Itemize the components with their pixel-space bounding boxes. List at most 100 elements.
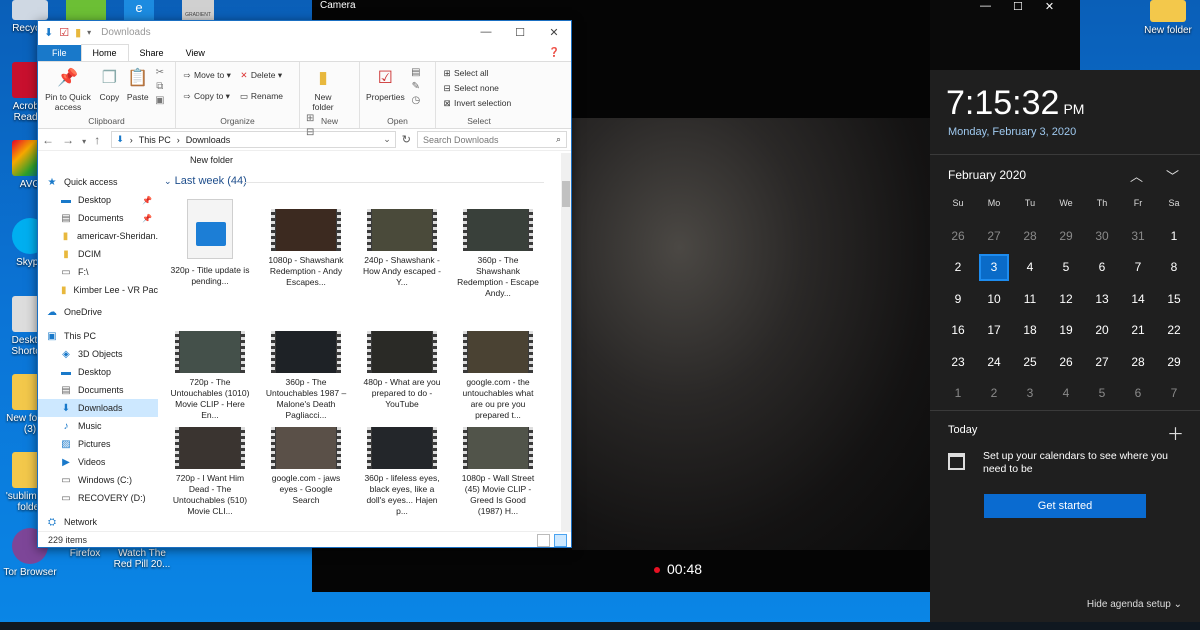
calendar-day[interactable]: 19 [1048, 315, 1084, 347]
calendar-day[interactable]: 24 [976, 346, 1012, 378]
tab-file[interactable]: File [38, 45, 81, 61]
nav-pictures[interactable]: ▨ Pictures [38, 435, 158, 453]
nav-desktop[interactable]: ▬ Desktop 📌 [38, 191, 158, 209]
forward-arrow-icon[interactable]: → [62, 133, 74, 147]
calendar-day[interactable]: 28 [1120, 346, 1156, 378]
address-dropdown-icon[interactable]: ⌄ [379, 134, 395, 145]
file-tile[interactable]: 1080p - Wall Street (45) Movie CLIP - Gr… [457, 427, 539, 517]
calendar-day[interactable]: 21 [1120, 315, 1156, 347]
nav-downloads[interactable]: ⬇ Downloads [38, 399, 158, 417]
recent-chevron-icon[interactable]: ▾ [82, 137, 86, 146]
file-tile[interactable]: 360p - lifeless eyes, black eyes, like a… [361, 427, 443, 517]
desktop-icon-new-folder[interactable]: New folder [1138, 0, 1198, 36]
nav-kimber[interactable]: ▮ Kimber Lee - VR Pac [38, 281, 158, 299]
refresh-icon[interactable]: ↻ [402, 133, 411, 146]
copy-button[interactable]: ❐ Copy [98, 66, 120, 102]
nav-desktop-pc[interactable]: ▬ Desktop [38, 363, 158, 381]
nav-onedrive[interactable]: ☁ OneDrive [38, 303, 158, 321]
address-downloads[interactable]: Downloads [186, 135, 231, 145]
get-started-button[interactable]: Get started [984, 494, 1146, 518]
help-icon[interactable]: ❓ [538, 44, 571, 61]
move-to-button[interactable]: ⇨ Move to ▾ [180, 68, 230, 83]
calendar-day[interactable]: 10 [976, 283, 1012, 315]
calendar-day[interactable]: 28 [1012, 220, 1048, 252]
calendar-day[interactable]: 30 [1084, 220, 1120, 252]
desktop-icon-firefox[interactable]: Firefox [55, 548, 115, 559]
nav-3d-objects[interactable]: ◈ 3D Objects [38, 345, 158, 363]
chevron-up-icon[interactable]: ︿ [1130, 166, 1143, 185]
month-label[interactable]: February 2020 [948, 168, 1026, 182]
tab-view[interactable]: View [175, 45, 216, 61]
new-folder-button[interactable]: ▮ New folder [306, 66, 340, 112]
nav-dcim[interactable]: ▮ DCIM [38, 245, 158, 263]
calendar-day[interactable]: 23 [940, 346, 976, 378]
calendar-day[interactable]: 14 [1120, 283, 1156, 315]
nav-f-drive[interactable]: ▭ F:\ [38, 263, 158, 281]
calendar-day[interactable]: 4 [1012, 252, 1048, 284]
calendar-day[interactable]: 4 [1048, 378, 1084, 410]
calendar-day[interactable]: 2 [940, 252, 976, 284]
calendar-day-today[interactable]: 3 [979, 253, 1009, 281]
minimize-icon[interactable]: — [980, 0, 991, 13]
maximize-icon[interactable]: ☐ [1013, 0, 1023, 13]
calendar-day[interactable]: 27 [976, 220, 1012, 252]
close-icon[interactable]: ✕ [1045, 0, 1054, 13]
calendar-day[interactable]: 26 [1048, 346, 1084, 378]
hide-agenda-link[interactable]: Hide agenda setup ⌄ [1087, 599, 1182, 610]
calendar-day[interactable]: 7 [1156, 378, 1192, 410]
file-tile[interactable]: google.com - jaws eyes - Google Search [265, 427, 347, 506]
tab-home[interactable]: Home [80, 44, 129, 61]
scrollbar-thumb[interactable] [562, 181, 570, 207]
vertical-scrollbar[interactable] [561, 153, 571, 531]
calendar-day[interactable]: 8 [1156, 252, 1192, 284]
delete-button[interactable]: ✕ Delete ▾ [237, 68, 283, 83]
calendar-day[interactable]: 1 [1156, 220, 1192, 252]
calendar-day[interactable]: 22 [1156, 315, 1192, 347]
calendar-day[interactable]: 5 [1084, 378, 1120, 410]
calendar-day[interactable]: 20 [1084, 315, 1120, 347]
nav-documents-pc[interactable]: ▤ Documents [38, 381, 158, 399]
calendar-day[interactable]: 6 [1084, 252, 1120, 284]
add-event-icon[interactable]: ＋ [1167, 420, 1184, 445]
cut-icon[interactable]: ✂ ⧉ ▣ [155, 66, 164, 108]
calendar-day[interactable]: 25 [1012, 346, 1048, 378]
calendar-day[interactable]: 2 [976, 378, 1012, 410]
checkbox-icon[interactable]: ☑ [59, 26, 69, 39]
address-bar[interactable]: ⬇ › This PC › Downloads ⌄ [111, 131, 396, 148]
file-tile[interactable]: 360p - The Shawshank Redemption - Escape… [457, 199, 539, 299]
desktop-icon-red-pill[interactable]: Watch The Red Pill 20... [112, 548, 172, 570]
details-view-icon[interactable] [537, 534, 550, 547]
file-tile[interactable]: 720p - I Want Him Dead - The Untouchable… [169, 427, 251, 517]
rename-button[interactable]: ▭ Rename [237, 89, 283, 104]
calendar-day[interactable]: 13 [1084, 283, 1120, 315]
calendar-day[interactable]: 5 [1048, 252, 1084, 284]
search-box[interactable]: Search Downloads ⌕ [417, 131, 567, 148]
file-tile[interactable]: google.com - the untouchables what are o… [457, 331, 539, 421]
new-folder-item[interactable]: New folder [190, 155, 233, 165]
file-tile[interactable]: 1080p - Shawshank Redemption - Andy Esca… [265, 199, 347, 288]
minimize-icon[interactable]: — [469, 21, 503, 43]
nav-this-pc[interactable]: ▣ This PC [38, 327, 158, 345]
file-tile[interactable]: 360p - The Untouchables 1987 – Malone's … [265, 331, 347, 421]
folder-icon[interactable]: ▮ [75, 26, 81, 39]
calendar-day[interactable]: 17 [976, 315, 1012, 347]
address-this-pc[interactable]: This PC [139, 135, 171, 145]
pin-quick-access-button[interactable]: 📌 Pin to Quick access [44, 66, 92, 112]
close-icon[interactable]: ✕ [537, 21, 571, 43]
nav-videos[interactable]: ▶ Videos [38, 453, 158, 471]
utorrent-icon[interactable] [66, 0, 106, 20]
calendar-day[interactable]: 1 [940, 378, 976, 410]
calendar-day[interactable]: 16 [940, 315, 976, 347]
nav-windows-c[interactable]: ▭ Windows (C:) [38, 471, 158, 489]
calendar-day[interactable]: 3 [1012, 378, 1048, 410]
file-tile[interactable]: 320p - Title update is pending... [169, 199, 251, 287]
nav-americavr[interactable]: ▮ americavr-Sheridan. [38, 227, 158, 245]
tab-share[interactable]: Share [129, 45, 175, 61]
down-arrow-icon[interactable]: ⬇ [44, 26, 53, 39]
chevron-down-icon[interactable]: ﹀ [1166, 166, 1179, 185]
calendar-day[interactable]: 29 [1156, 346, 1192, 378]
open-icon[interactable]: ▤ ✎ ◷ [411, 66, 420, 108]
calendar-day[interactable]: 31 [1120, 220, 1156, 252]
current-date-link[interactable]: Monday, February 3, 2020 [948, 126, 1076, 138]
calendar-day[interactable]: 9 [940, 283, 976, 315]
